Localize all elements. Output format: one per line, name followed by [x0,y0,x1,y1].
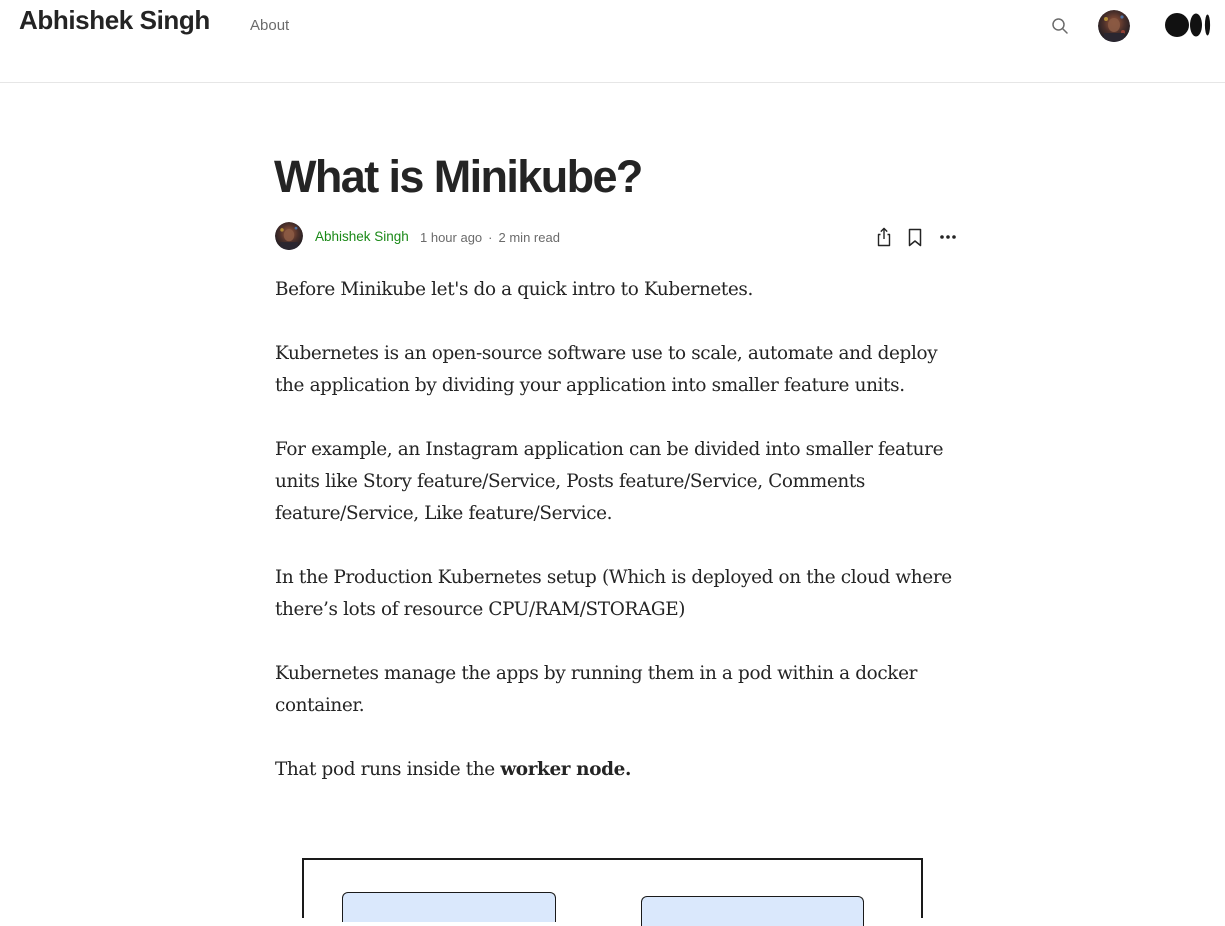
author-avatar[interactable] [275,222,303,250]
paragraph-text: That pod runs inside the [275,759,501,780]
meta-separator: · [488,230,493,245]
article-diagram [302,858,923,926]
bold-text: worker node. [500,759,632,780]
paragraph: Kubernetes is an open-source software us… [275,343,938,396]
author-name-link[interactable]: Abhishek Singh [315,229,409,244]
diagram-box [342,892,556,922]
article-body: Before Minikube let's do a quick intro t… [275,274,965,818]
published-time: 1 hour ago [420,230,483,245]
article-meta: 1 hour ago · 2 min read [420,230,560,245]
publication-title-link[interactable]: Abhishek Singh [19,5,210,36]
search-icon[interactable] [1049,15,1071,37]
paragraph: For example, an Instagram application ca… [275,439,944,524]
bookmark-icon[interactable] [904,226,926,248]
nav-about-link[interactable]: About [250,17,289,34]
article-title: What is Minikube? [274,151,643,202]
diagram-box [641,896,864,926]
paragraph: Before Minikube let's do a quick intro t… [275,279,754,300]
article-byline: Abhishek Singh 1 hour ago · 2 min read [275,222,961,250]
paragraph: That pod runs inside the worker node. [275,754,965,786]
read-time: 2 min read [498,230,560,245]
user-avatar[interactable] [1098,10,1130,42]
top-navbar: Abhishek Singh About [0,0,1225,83]
share-icon[interactable] [873,226,895,248]
paragraph: In the Production Kubernetes setup (Whic… [275,567,952,620]
more-icon[interactable] [937,226,959,248]
medium-logo-icon[interactable] [1164,11,1212,39]
paragraph: Kubernetes manage the apps by running th… [275,663,918,716]
